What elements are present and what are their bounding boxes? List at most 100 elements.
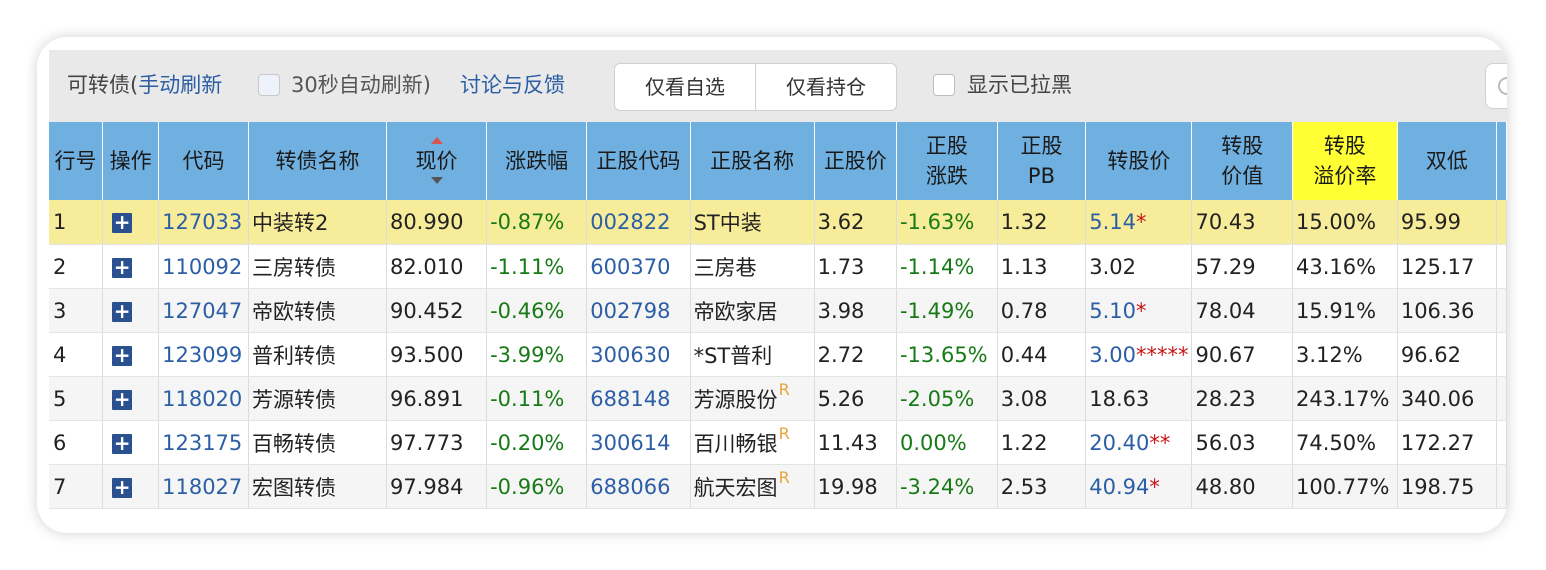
col-header-double-low[interactable]: 双低 (1397, 122, 1498, 200)
col-header-bond-name[interactable]: 转债名称 (248, 122, 387, 200)
overflow-cell (1496, 200, 1507, 245)
overflow-cell (1496, 288, 1507, 333)
conv-premium-text: 243.17% (1296, 386, 1390, 411)
table-row[interactable]: 3 +127047 帝欧转债 90.452 -0.46% 002798 帝欧家居 3.98 -1… (49, 288, 1507, 333)
plus-icon[interactable]: + (112, 433, 133, 454)
conv-value-text: 28.23 (1195, 386, 1256, 411)
stock-code-link[interactable]: 688148 (586, 376, 691, 421)
screenshot-card: 可转债(手动刷新 30秒自动刷新) 讨论与反馈 仅看自选 仅看持仓 显示已拉黑 … (37, 37, 1507, 533)
bond-code-link[interactable]: 118027 (158, 464, 249, 509)
stock-change-text: -1.49% (899, 298, 975, 323)
col-header-stock-name[interactable]: 正股名称 (690, 122, 815, 200)
stock-change-text: 0.00% (899, 430, 967, 455)
col-header-index[interactable]: 行号 (49, 122, 104, 200)
bond-price: 97.773 (386, 420, 488, 465)
stock-code-link[interactable]: 300630 (586, 332, 691, 377)
col-header-stock-code[interactable]: 正股代码 (586, 122, 691, 200)
row-action[interactable]: + (102, 420, 160, 465)
plus-icon[interactable]: + (112, 389, 133, 410)
manual-refresh-link[interactable]: 手动刷新 (138, 73, 222, 97)
double-low: 96.62 (1397, 332, 1498, 377)
conv-value-text: 57.29 (1195, 254, 1256, 279)
row-action[interactable]: + (102, 464, 160, 509)
auto-refresh-checkbox[interactable] (258, 74, 280, 96)
stock-price: 3.62 (814, 200, 897, 245)
stock-pb: 1.22 (997, 420, 1087, 465)
table-row[interactable]: 5 +118020 芳源转债 96.891 -0.11% 688148 芳源股份R 5.26-… (49, 376, 1507, 421)
double-low-text: 198.75 (1400, 474, 1475, 499)
col-header-premium[interactable]: 转股 溢价率 (1292, 122, 1398, 200)
conv-value: 28.23 (1191, 376, 1294, 421)
col-header-change[interactable]: 涨跌幅 (486, 122, 588, 200)
col-header-conv-price[interactable]: 转股价 (1085, 122, 1193, 200)
stock-code-link[interactable]: 002822 (586, 200, 691, 245)
conv-price: 3.00***** (1085, 332, 1193, 377)
row-index: 7 (49, 464, 104, 509)
stock-pb: 1.13 (997, 244, 1087, 289)
bond-code-link[interactable]: 127047 (158, 288, 249, 333)
conv-premium-text: 100.77% (1296, 474, 1390, 499)
stock-name: *ST普利 (690, 332, 815, 377)
table-row[interactable]: 1 +127033 中装转2 80.990 -0.87% 002822 ST中装 3.62 -1… (49, 200, 1507, 245)
plus-icon[interactable]: + (112, 345, 133, 366)
double-low: 106.36 (1397, 288, 1498, 333)
conv-premium: 15.00% (1292, 200, 1398, 245)
header-line-2: 价值 (1221, 164, 1264, 188)
stock-price: 19.98 (814, 464, 897, 509)
watchlist-only-button[interactable]: 仅看自选 (615, 64, 755, 110)
bond-change: -0.87% (486, 200, 588, 245)
col-header-stock-price[interactable]: 正股价 (814, 122, 897, 200)
stock-price: 5.26 (814, 376, 897, 421)
table-row[interactable]: 2 +110092 三房转债 82.010 -1.11% 600370 三房巷 1.73 -1.… (49, 244, 1507, 289)
stock-code-link[interactable]: 002798 (586, 288, 691, 333)
holdings-only-button[interactable]: 仅看持仓 (755, 64, 896, 110)
row-action[interactable]: + (102, 288, 160, 333)
col-header-price[interactable]: 现价 (386, 122, 488, 200)
plus-icon[interactable]: + (112, 257, 133, 278)
stock-price: 2.72 (814, 332, 897, 377)
bond-code-link[interactable]: 110092 (158, 244, 249, 289)
col-header-conv-value[interactable]: 转股 价值 (1191, 122, 1294, 200)
stock-pb-text: 1.13 (1000, 254, 1048, 279)
feedback-link[interactable]: 讨论与反馈 (460, 72, 565, 98)
bond-code-link[interactable]: 127033 (158, 200, 249, 245)
stock-change-text: -1.63% (899, 210, 975, 234)
table-row[interactable]: 7 +118027 宏图转债 97.984 -0.96% 688066 航天宏图R 19.98… (49, 464, 1507, 509)
col-header-action[interactable]: 操作 (102, 122, 160, 200)
filter-button-group: 仅看自选 仅看持仓 (614, 63, 897, 111)
col-header-code[interactable]: 代码 (158, 122, 249, 200)
plus-icon[interactable]: + (112, 477, 133, 498)
bond-change-text: -0.46% (490, 298, 565, 323)
table-row[interactable]: 6 +123175 百畅转债 97.773 -0.20% 300614 百川畅银R 11.43… (49, 420, 1507, 465)
bond-code-link[interactable]: 118020 (158, 376, 249, 421)
stock-price-text: 1.73 (817, 254, 865, 279)
bond-code-link[interactable]: 123099 (158, 332, 249, 377)
double-low-text: 172.27 (1400, 430, 1475, 455)
bond-code-link[interactable]: 123175 (158, 420, 249, 465)
col-header-stock-change[interactable]: 正股 涨跌 (896, 122, 998, 200)
col-header-stock-pb[interactable]: 正股 PB (997, 122, 1087, 200)
double-low-text: 125.17 (1400, 254, 1475, 279)
conv-price-text: 3.02 (1089, 254, 1136, 279)
plus-icon[interactable]: + (112, 301, 133, 322)
table-row[interactable]: 4 +123099 普利转债 93.500 -3.99% 300630 *ST普利 2.72 -… (49, 332, 1507, 377)
stock-code-link[interactable]: 300614 (586, 420, 691, 465)
conv-value-text: 56.03 (1195, 430, 1256, 455)
row-action[interactable]: + (102, 200, 160, 245)
overflow-cell (1496, 464, 1507, 509)
row-action[interactable]: + (102, 376, 160, 421)
show-blacklisted-checkbox[interactable] (933, 74, 955, 96)
search-input[interactable] (1485, 63, 1507, 109)
sort-asc-icon (430, 137, 443, 144)
stock-code-link[interactable]: 600370 (586, 244, 691, 289)
row-action[interactable]: + (102, 244, 160, 289)
col-header-price-label: 现价 (415, 149, 458, 173)
row-index: 4 (49, 332, 104, 377)
toolbar: 可转债(手动刷新 30秒自动刷新) 讨论与反馈 仅看自选 仅看持仓 显示已拉黑 (49, 50, 1507, 122)
row-action[interactable]: + (102, 332, 160, 377)
plus-icon[interactable]: + (112, 212, 133, 233)
stock-code-link[interactable]: 688066 (586, 464, 691, 509)
conv-value: 57.29 (1191, 244, 1294, 289)
conv-price: 18.63 (1085, 376, 1193, 421)
stock-name-text: 航天宏图 (693, 475, 778, 500)
